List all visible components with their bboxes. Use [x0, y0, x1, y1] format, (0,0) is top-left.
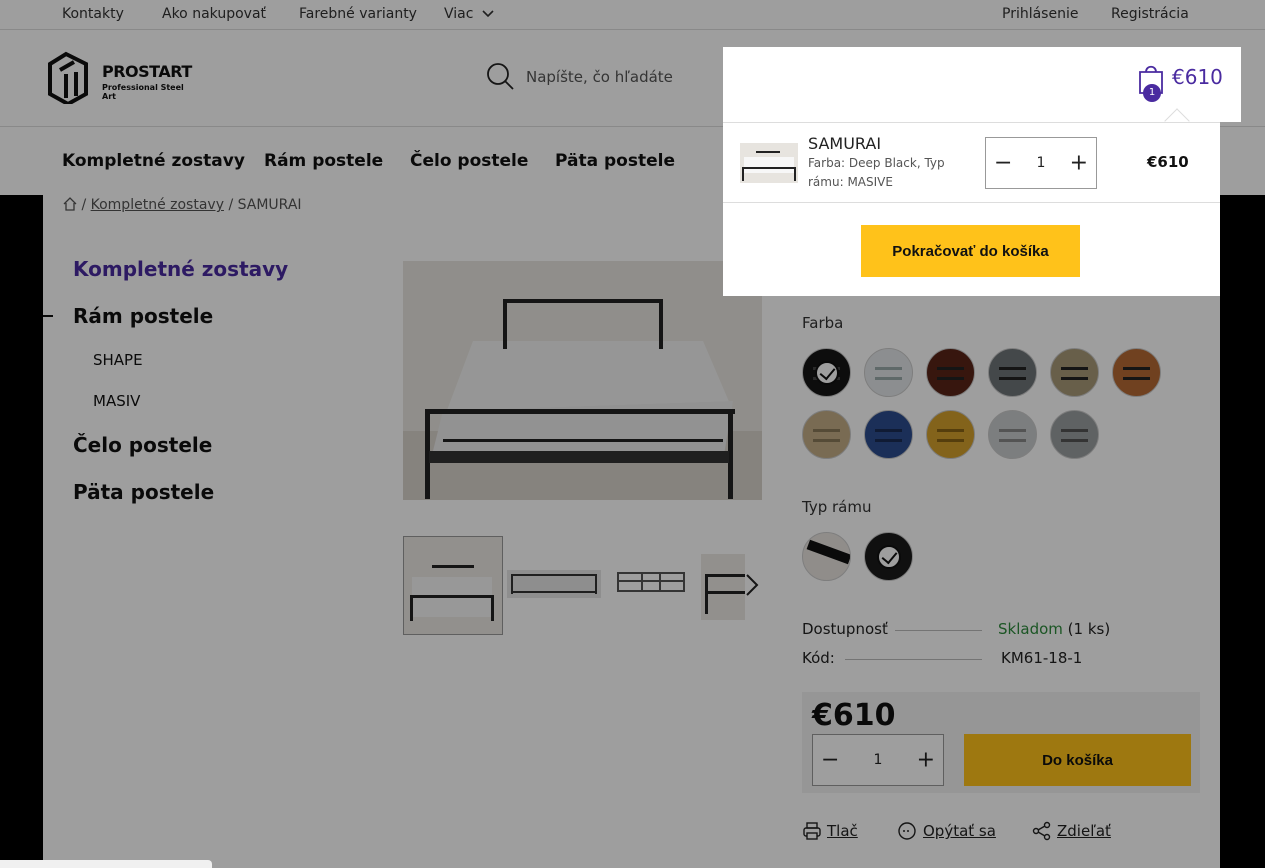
cart-item-image — [742, 151, 796, 181]
cart-total[interactable]: €610 — [1172, 65, 1223, 89]
divider — [723, 202, 1220, 203]
cart-item-price: €610 — [1147, 153, 1189, 171]
cart-count-badge: 1 — [1143, 84, 1161, 102]
cart-quantity-stepper[interactable]: − 1 + — [985, 137, 1097, 189]
plus-icon[interactable]: + — [1070, 151, 1088, 176]
status-bar — [0, 860, 212, 868]
continue-to-cart-button[interactable]: Pokračovať do košíka — [861, 225, 1080, 277]
cart-dropdown-header: 1 €610 — [723, 47, 1241, 122]
cart-item-desc-line2: rámu: MASIVE — [808, 175, 893, 189]
cart-dropdown: SAMURAI Farba: Deep Black, Typ rámu: MAS… — [723, 122, 1220, 296]
cart-item-thumbnail[interactable] — [740, 143, 798, 183]
cart-item-name[interactable]: SAMURAI — [808, 134, 881, 153]
cart-item-desc-line1: Farba: Deep Black, Typ — [808, 156, 945, 170]
